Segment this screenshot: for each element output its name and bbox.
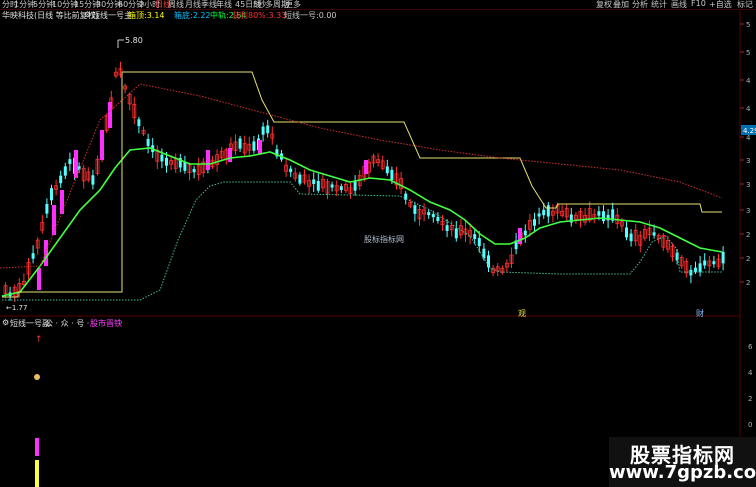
candle-body [533, 219, 536, 226]
axis-tick-label: 2 [746, 279, 750, 287]
candle-body [482, 248, 486, 259]
candle-body [385, 166, 389, 174]
candle-body [523, 230, 527, 236]
candle-body [137, 119, 141, 127]
candle-body [68, 159, 72, 164]
candle-body [298, 174, 302, 184]
candle-body [238, 138, 242, 149]
candle-body [312, 179, 316, 184]
candle-body [146, 138, 150, 146]
candle-body [330, 184, 334, 188]
axis-tick-label: 4 [746, 77, 751, 85]
low-price-label: ←1.77 [6, 304, 27, 312]
candle-body [261, 126, 265, 135]
sub-axis-tick-label: 6 [748, 343, 753, 351]
highlight-bar [108, 102, 112, 128]
axis-tick-label: 2 [746, 255, 750, 263]
highlight-bar [44, 240, 48, 266]
candle-body [625, 227, 628, 238]
axis-tick-label: 5 [746, 21, 750, 29]
candle-body [45, 204, 49, 214]
signal-bar-magenta [35, 438, 39, 456]
axis-tick-label: 5 [746, 49, 750, 57]
candle-body [694, 267, 697, 272]
candle-body [436, 216, 440, 222]
candle-body [454, 228, 458, 239]
axis-tick-label: 3 [746, 181, 750, 189]
highlight-bar [364, 160, 368, 174]
axis-tick-label: 4 [746, 134, 751, 142]
sub-indicator-name[interactable]: 短线一号副 [10, 318, 50, 329]
candle-body [597, 211, 601, 216]
candle-body [431, 214, 435, 218]
candle-body [165, 157, 168, 166]
candle-body [629, 233, 633, 242]
candle-body [721, 251, 725, 264]
candle-body [413, 205, 417, 214]
candle-body [63, 166, 67, 176]
candle-body [703, 260, 707, 266]
sub-highlight-suffix: · [120, 318, 123, 327]
candle-body [477, 237, 481, 247]
sub-highlight: 股市晋铁 [90, 319, 122, 328]
candle-body [160, 154, 164, 162]
highlight-bar [206, 150, 210, 170]
sub-text: 公 · 众 · 号 · [45, 319, 90, 328]
watermark-line2: www.7gpzb.com [609, 462, 756, 483]
sub-settings-icon[interactable]: ⚙ [2, 318, 9, 327]
candle-body [339, 186, 343, 190]
high-price-label: 5.80 [125, 36, 143, 45]
up-arrow-icon: ↑ [35, 335, 43, 345]
candle-body [266, 125, 270, 134]
watermark-logo: 股票指标网 www.7gpzb.com [609, 437, 756, 487]
candle-body [316, 181, 320, 191]
candle-body [192, 168, 196, 173]
candle-body [353, 181, 357, 191]
candle-body [445, 225, 449, 231]
candle-body [91, 175, 95, 185]
highlight-bar [37, 268, 41, 290]
candle-body [712, 261, 716, 265]
money-bag-icon [34, 374, 40, 380]
candle-body [698, 263, 702, 273]
candle-body [546, 205, 550, 217]
sub-axis-tick-label: 2 [748, 395, 752, 403]
sub-axis-tick-label: 4 [748, 369, 753, 377]
candle-body [59, 175, 63, 184]
candle-body [390, 169, 394, 181]
axis-tick-label: 4 [746, 105, 751, 113]
candle-body [50, 188, 53, 201]
candle-body [427, 212, 431, 216]
marker-right: 财 [696, 308, 704, 318]
current-price-label: 4.29 [743, 127, 756, 135]
highlight-bar [228, 148, 232, 162]
signal-bar-yellow [35, 460, 39, 487]
candle-body [542, 209, 546, 216]
highlight-bar [60, 190, 64, 214]
candle-body [652, 232, 656, 236]
candle-body [252, 141, 256, 151]
highlight-bar [518, 228, 522, 244]
axis-tick-label: 3 [746, 157, 750, 165]
highlight-bar [74, 150, 78, 178]
candle-body [602, 211, 605, 222]
center-watermark: 股标指标网 [364, 234, 404, 244]
candle-body [289, 168, 293, 173]
marker-left: 观 [518, 309, 526, 318]
candle-body [537, 213, 541, 217]
ma-line [1, 147, 723, 297]
axis-tick-label: 3 [746, 207, 750, 215]
candle-body [473, 234, 477, 240]
highlight-bar [100, 130, 104, 160]
sub-axis-tick-label: 0 [748, 421, 752, 429]
candle-body [31, 253, 35, 259]
kline-chart[interactable]: 5 5 4 4 4 3 3 3 2 2 2 6 4 2 0 4.29 5.80 ←1.77 股标指标网观 财 ↑ [0, 0, 756, 487]
highlight-bar [52, 205, 56, 235]
axis-tick-label: 2 [746, 231, 750, 239]
support-line [2, 181, 722, 301]
highlight-bar [258, 140, 262, 154]
candle-body [689, 269, 693, 276]
